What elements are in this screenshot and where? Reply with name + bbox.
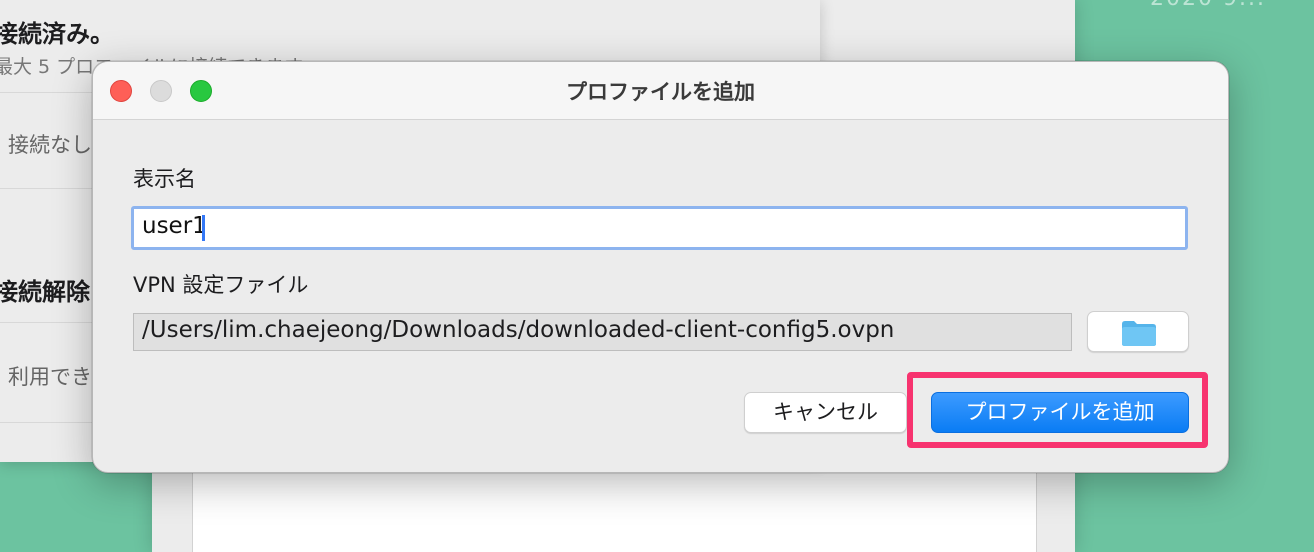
- browse-file-button[interactable]: [1087, 311, 1189, 352]
- connected-title: 接続済み。: [0, 20, 114, 48]
- vpn-config-label: VPN 設定ファイル: [133, 273, 309, 297]
- display-name-label: 表示名: [133, 167, 196, 191]
- cancel-button[interactable]: キャンセル: [744, 392, 907, 433]
- dialog-titlebar: プロファイルを追加: [93, 62, 1228, 120]
- vpn-config-path-field: /Users/lim.chaejeong/Downloads/downloade…: [133, 313, 1072, 351]
- dialog-title: プロファイルを追加: [566, 80, 755, 104]
- vpn-config-path: /Users/lim.chaejeong/Downloads/downloade…: [142, 317, 895, 343]
- add-profile-dialog: プロファイルを追加 表示名 user1 VPN 設定ファイル /Users/li…: [92, 61, 1229, 473]
- display-name-input[interactable]: user1: [131, 206, 1188, 250]
- add-profile-button[interactable]: プロファイルを追加: [931, 392, 1189, 433]
- text-caret: [202, 215, 205, 241]
- disconnected-heading: 接続解除: [0, 278, 90, 306]
- display-name-field[interactable]: user1: [131, 206, 1188, 250]
- desktop-clock: 2020 9...: [1150, 0, 1266, 11]
- folder-icon: [1122, 321, 1156, 346]
- no-connection-text: 接続なし: [8, 133, 92, 157]
- available-text: 利用でき: [8, 365, 92, 389]
- display-name-value: user1: [142, 213, 207, 239]
